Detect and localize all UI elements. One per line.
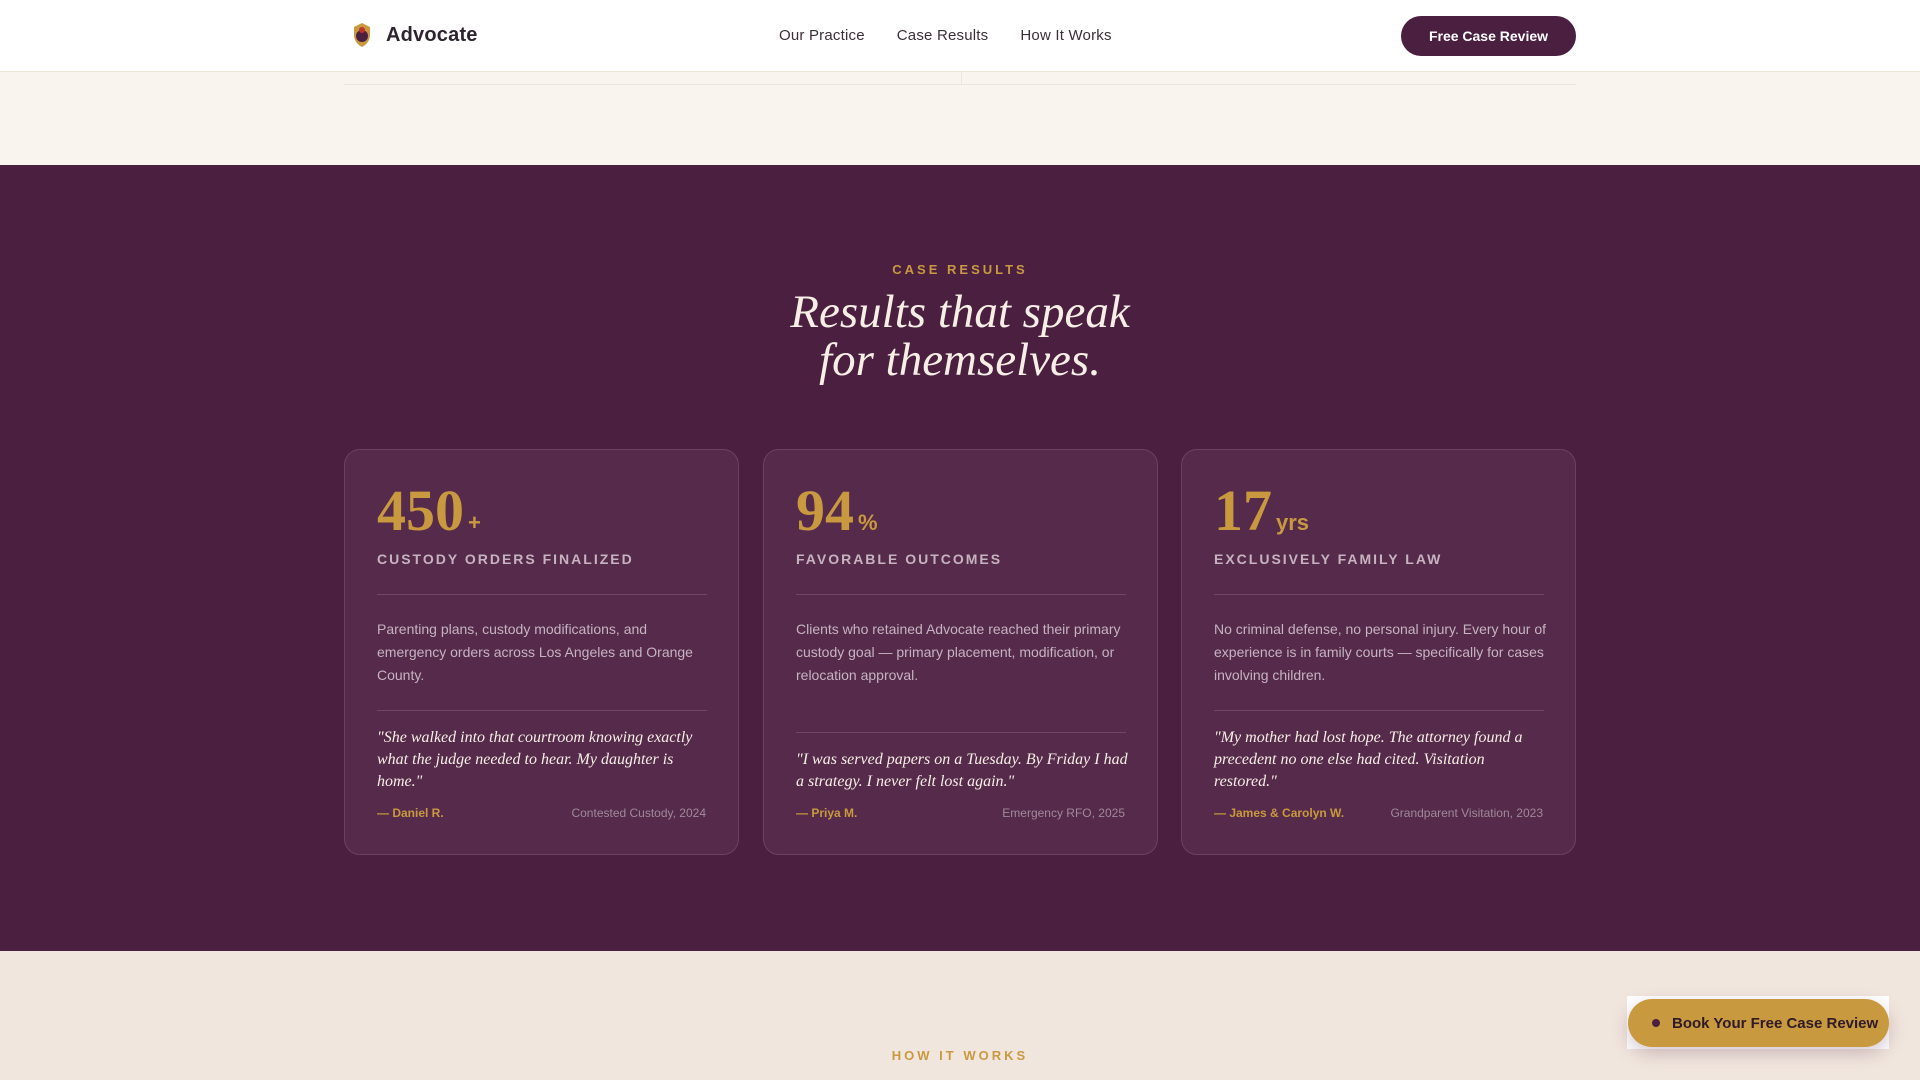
stat-number: 17 <box>1214 478 1272 543</box>
testimonial-author: — James & Carolyn W. <box>1214 806 1345 820</box>
testimonial-quote: "She walked into that courtroom knowing … <box>377 729 693 790</box>
card-description: Clients who retained Advocate reached th… <box>796 621 1121 683</box>
testimonial-author: — Daniel R. <box>377 806 444 820</box>
testimonial-quote: "I was served papers on a Tuesday. By Fr… <box>796 751 1128 790</box>
nav-link-our-practice[interactable]: Our Practice <box>779 27 865 44</box>
result-card-favorable-outcomes: 94 % FAVORABLE OUTCOMES Clients who reta… <box>763 449 1158 855</box>
card-divider <box>377 594 707 595</box>
card-divider <box>377 710 707 711</box>
section-eyebrow: CASE RESULTS <box>892 262 1028 277</box>
section-title-line-2: for themselves. <box>819 334 1101 386</box>
stat-number: 94 <box>796 478 854 543</box>
case-results-section: CASE RESULTS Results that speak for them… <box>0 165 1920 951</box>
stat: 17 yrs <box>1214 482 1309 540</box>
book-free-case-review-button[interactable]: Book Your Free Case Review <box>1628 999 1889 1047</box>
nav-link-case-results[interactable]: Case Results <box>897 27 989 44</box>
stat-suffix: % <box>858 510 878 535</box>
section-title-line-1: Results that speak <box>790 286 1130 338</box>
section-eyebrow: HOW IT WORKS <box>891 1048 1029 1063</box>
free-case-review-button[interactable]: Free Case Review <box>1401 16 1576 56</box>
stat-label: EXCLUSIVELY FAMILY LAW <box>1214 551 1443 567</box>
card-divider <box>1214 594 1544 595</box>
stat-label: CUSTODY ORDERS FINALIZED <box>377 551 634 567</box>
stat-number: 450 <box>377 478 464 543</box>
card-description: Parenting plans, custody modifications, … <box>377 621 693 683</box>
case-type: Emergency RFO, 2025 <box>1002 806 1125 820</box>
dot-icon <box>1652 1019 1660 1027</box>
result-card-family-law: 17 yrs EXCLUSIVELY FAMILY LAW No crimina… <box>1181 449 1576 855</box>
stat-label: FAVORABLE OUTCOMES <box>796 551 1003 567</box>
card-divider <box>1214 710 1544 711</box>
floating-cta-label: Book Your Free Case Review <box>1672 1014 1879 1032</box>
brand-logo[interactable]: Advocate <box>352 22 478 48</box>
stat-suffix: yrs <box>1276 510 1310 535</box>
previous-section-column-divider <box>961 72 962 85</box>
case-type: Grandparent Visitation, 2023 <box>1390 806 1543 820</box>
case-type: Contested Custody, 2024 <box>571 806 706 820</box>
site-header: Advocate Our Practice Case Results How I… <box>0 0 1920 72</box>
stat: 94 % <box>796 482 878 540</box>
previous-section-divider <box>344 84 1576 85</box>
stat-suffix: + <box>468 510 481 535</box>
nav-link-how-it-works[interactable]: How It Works <box>1020 27 1111 44</box>
result-card-custody-orders: 450 + CUSTODY ORDERS FINALIZED Parenting… <box>344 449 739 855</box>
stat: 450 + <box>377 482 481 540</box>
card-divider <box>796 732 1126 733</box>
brand-name: Advocate <box>386 23 478 46</box>
shield-logo-icon <box>354 23 370 47</box>
card-divider <box>796 594 1126 595</box>
section-title: Results that speak for themselves. <box>0 288 1920 384</box>
main-nav: Our Practice Case Results How It Works <box>779 27 1112 44</box>
testimonial-author: — Priya M. <box>796 806 858 820</box>
card-description: No criminal defense, no personal injury.… <box>1214 621 1547 683</box>
testimonial-quote: "My mother had lost hope. The attorney f… <box>1214 729 1523 790</box>
